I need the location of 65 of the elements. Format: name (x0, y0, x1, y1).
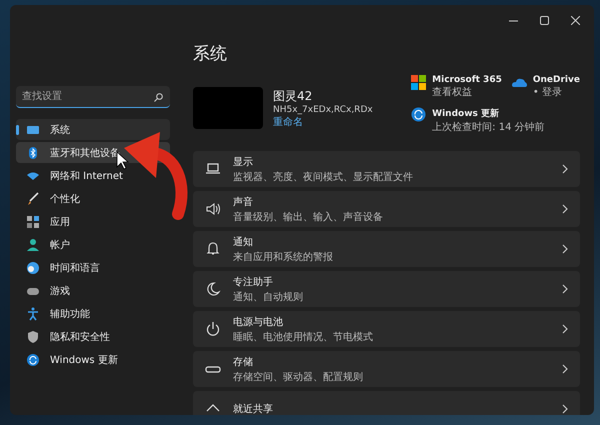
settings-card[interactable]: 通知 来自应用和系统的警报 (193, 231, 580, 267)
sync-icon (26, 352, 40, 366)
person-icon (26, 238, 40, 252)
device-model: NH5x_7xEDx,RCx,RDx (273, 104, 373, 114)
card-subtitle: 来自应用和系统的警报 (233, 250, 334, 264)
nav-item[interactable]: 游戏 (16, 280, 170, 301)
nav-item[interactable]: 个性化 (16, 188, 170, 209)
card-title: 就近共享 (233, 402, 274, 415)
chevron-icon (562, 324, 568, 334)
brush-icon (26, 192, 40, 206)
card-subtitle: 睡眠、电池使用情况、节电模式 (233, 330, 374, 344)
maximize-icon[interactable] (540, 16, 549, 24)
link-title[interactable]: Microsoft 365 (432, 75, 502, 85)
chevron-icon (562, 204, 568, 214)
card-title: 声音 (233, 196, 254, 208)
settings-card[interactable]: 存储 存储空间、驱动器、配置规则 (193, 351, 580, 387)
photo-placeholder (193, 87, 263, 129)
rename-link[interactable]: 重命名 (273, 114, 303, 128)
link-title[interactable]: OneDrive (532, 75, 580, 85)
windows-logo-icon (411, 75, 426, 90)
moon-icon (205, 281, 221, 297)
settings-card[interactable]: 就近共享 (193, 391, 580, 415)
nav-item[interactable]: 应用 (16, 211, 170, 232)
card-subtitle: 音量级别、输出、输入、声音设备 (233, 210, 384, 224)
link-subtitle: 上次检查时间: 14 分钟前 (432, 120, 545, 134)
chevron-icon (562, 164, 568, 174)
speaker-icon (205, 201, 221, 217)
settings-card[interactable]: 电源与电池 睡眠、电池使用情况、节电模式 (193, 311, 580, 347)
device-name: 图灵42 (273, 88, 314, 104)
accessibility-icon (26, 306, 40, 320)
card-title: 通知 (233, 236, 254, 248)
page-title: 系统 (193, 43, 228, 65)
sync-icon (411, 107, 426, 122)
nav-item[interactable]: 辅助功能 (16, 303, 170, 324)
card-title: 专注助手 (233, 276, 274, 288)
nav-item[interactable]: 帐户 (16, 234, 170, 255)
nav-item[interactable]: Windows 更新 (16, 349, 170, 370)
search-field[interactable]: 查找设置 (16, 86, 170, 108)
shield-icon (26, 330, 40, 344)
card-title: 电源与电池 (233, 316, 284, 328)
bluetooth-icon (26, 146, 40, 160)
link-subtitle: • 登录 (532, 86, 563, 99)
nav-item[interactable]: 时间和语言 (16, 257, 170, 278)
chevron-icon (562, 244, 568, 254)
card-title: 显示 (233, 156, 254, 168)
link-title[interactable]: Windows 更新 (432, 107, 545, 120)
apps-icon (26, 214, 40, 228)
settings-card[interactable]: 显示 监视器、亮度、夜间模式、显示配置文件 (193, 151, 580, 187)
chevron-icon (562, 364, 568, 374)
nav-item[interactable]: 系统 (16, 119, 170, 140)
link-subtitle: 查看权益 (432, 86, 474, 99)
nav-item[interactable]: 隐私和安全性 (16, 326, 170, 347)
nav-item[interactable]: 网络和 Internet (16, 165, 170, 186)
bell-icon (205, 241, 221, 257)
settings-card[interactable]: 专注助手 通知、自动规则 (193, 271, 580, 307)
chevron-icon (562, 404, 568, 414)
close-icon[interactable] (571, 16, 580, 24)
card-subtitle: 存储空间、驱动器、配置规则 (233, 370, 364, 384)
power-icon (205, 321, 221, 337)
chevron-icon (562, 284, 568, 294)
search-icon (154, 93, 163, 102)
card-subtitle: 通知、自动规则 (233, 290, 304, 304)
card-subtitle: 监视器、亮度、夜间模式、显示配置文件 (233, 170, 414, 184)
settings-card[interactable]: 声音 音量级别、输出、输入、声音设备 (193, 191, 580, 227)
card-title: 存储 (233, 356, 254, 368)
